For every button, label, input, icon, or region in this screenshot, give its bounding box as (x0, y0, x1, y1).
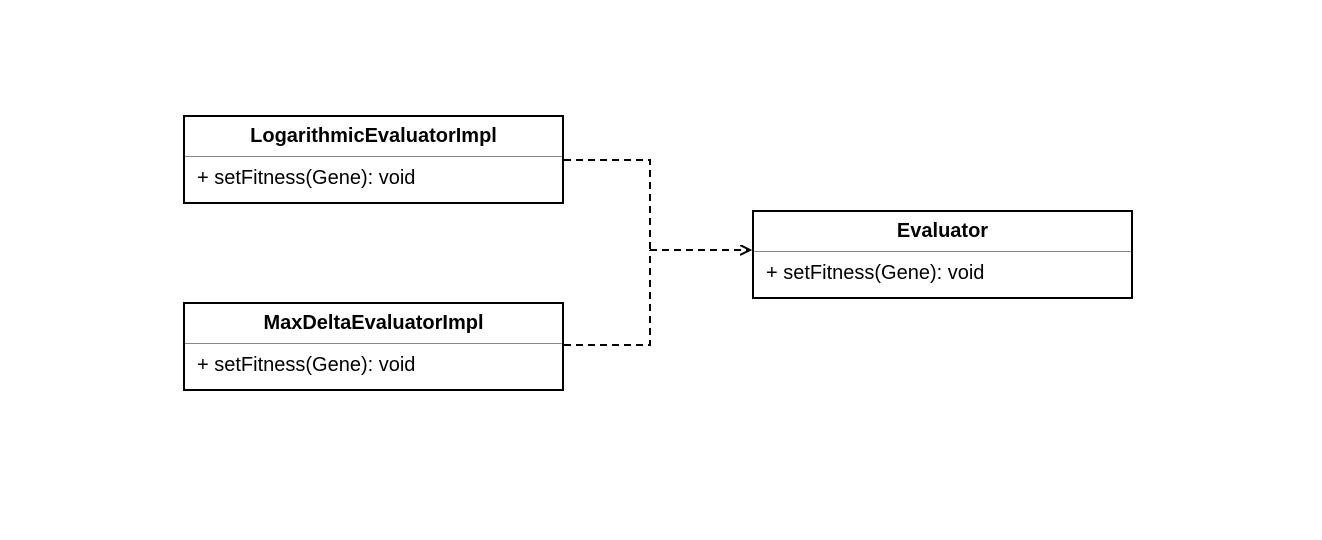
class-method: + setFitness(Gene): void (754, 252, 1131, 297)
realization-edge-maxdelta (564, 250, 650, 345)
class-title: Evaluator (754, 212, 1131, 252)
uml-diagram-canvas: LogarithmicEvaluatorImpl + setFitness(Ge… (0, 0, 1322, 540)
class-method: + setFitness(Gene): void (185, 344, 562, 389)
class-maxdelta-evaluator: MaxDeltaEvaluatorImpl + setFitness(Gene)… (183, 302, 564, 391)
class-title: MaxDeltaEvaluatorImpl (185, 304, 562, 344)
realization-edge-logarithmic (564, 160, 650, 250)
class-logarithmic-evaluator: LogarithmicEvaluatorImpl + setFitness(Ge… (183, 115, 564, 204)
class-method: + setFitness(Gene): void (185, 157, 562, 202)
class-evaluator: Evaluator + setFitness(Gene): void (752, 210, 1133, 299)
class-title: LogarithmicEvaluatorImpl (185, 117, 562, 157)
